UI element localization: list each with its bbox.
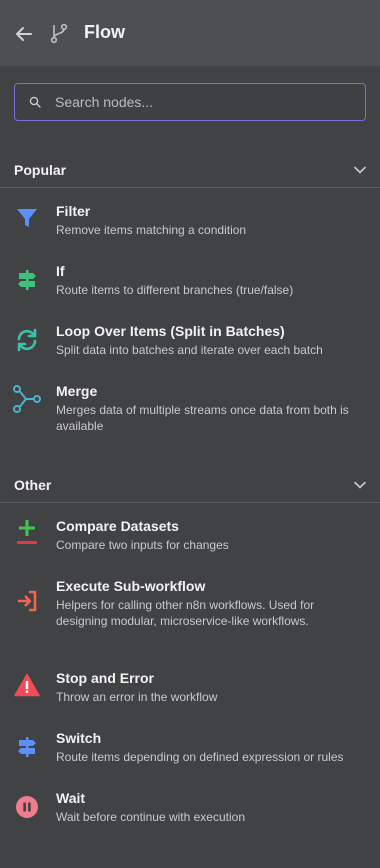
node-item-if[interactable]: If Route items to different branches (tr… bbox=[0, 262, 380, 312]
node-name: Merge bbox=[56, 383, 98, 399]
node-description: Split data into batches and iterate over… bbox=[56, 343, 323, 357]
node-name: Stop and Error bbox=[56, 670, 155, 686]
node-description: Helpers for calling other n8n workflows.… bbox=[56, 598, 315, 628]
section-other: Other Compare Datasets Compare two input… bbox=[0, 467, 380, 839]
section-popular: Popular Filter Remove items matching a c… bbox=[0, 152, 380, 438]
node-description: Compare two inputs for changes bbox=[56, 538, 229, 552]
node-description: Remove items matching a condition bbox=[56, 223, 247, 237]
node-item-loop-over-items[interactable]: Loop Over Items (Split in Batches) Split… bbox=[0, 322, 380, 372]
warning-triangle-icon bbox=[13, 671, 41, 699]
sign-in-icon bbox=[13, 587, 41, 615]
node-description: Throw an error in the workflow bbox=[56, 690, 218, 704]
plus-minus-icon bbox=[13, 519, 41, 547]
node-description: Route items depending on defined express… bbox=[56, 750, 344, 764]
section-header-other[interactable]: Other bbox=[0, 467, 380, 503]
section-label: Other bbox=[14, 476, 52, 493]
chevron-down-icon[interactable] bbox=[354, 481, 366, 489]
node-name: Loop Over Items (Split in Batches) bbox=[56, 323, 285, 339]
search-box[interactable] bbox=[14, 83, 366, 121]
pause-circle-icon bbox=[13, 793, 41, 821]
signpost-icon bbox=[13, 266, 41, 294]
node-item-compare-datasets[interactable]: Compare Datasets Compare two inputs for … bbox=[0, 517, 380, 567]
arrow-left-icon[interactable] bbox=[14, 24, 34, 44]
node-name: Execute Sub-workflow bbox=[56, 578, 206, 594]
git-branch-icon bbox=[50, 23, 68, 44]
node-name: Compare Datasets bbox=[56, 518, 179, 534]
node-item-wait[interactable]: Wait Wait before continue with execution bbox=[0, 789, 380, 839]
filter-icon bbox=[13, 204, 41, 232]
search-icon bbox=[29, 96, 41, 108]
node-description: Wait before continue with execution bbox=[56, 810, 245, 824]
sync-icon bbox=[13, 326, 41, 354]
section-label: Popular bbox=[14, 161, 67, 178]
node-name: Switch bbox=[56, 730, 102, 746]
section-header-popular[interactable]: Popular bbox=[0, 152, 380, 188]
search-wrap bbox=[0, 66, 380, 121]
node-name: Wait bbox=[56, 790, 86, 806]
panel-header: Flow bbox=[0, 0, 380, 66]
node-description: Route items to different branches (true/… bbox=[56, 283, 294, 297]
page-title: Flow bbox=[84, 22, 125, 42]
signpost-icon bbox=[13, 733, 41, 761]
node-item-switch[interactable]: Switch Route items depending on defined … bbox=[0, 729, 380, 779]
merge-icon bbox=[13, 385, 41, 413]
node-name: If bbox=[56, 263, 65, 279]
search-input[interactable] bbox=[53, 93, 357, 111]
node-name: Filter bbox=[56, 203, 91, 219]
node-item-execute-sub-workflow[interactable]: Execute Sub-workflow Helpers for calling… bbox=[0, 577, 380, 659]
node-item-merge[interactable]: Merge Merges data of multiple streams on… bbox=[0, 382, 380, 438]
chevron-down-icon[interactable] bbox=[354, 166, 366, 174]
node-description: Merges data of multiple streams once dat… bbox=[56, 403, 349, 433]
node-item-stop-and-error[interactable]: Stop and Error Throw an error in the wor… bbox=[0, 669, 380, 719]
node-item-filter[interactable]: Filter Remove items matching a condition bbox=[0, 202, 380, 252]
